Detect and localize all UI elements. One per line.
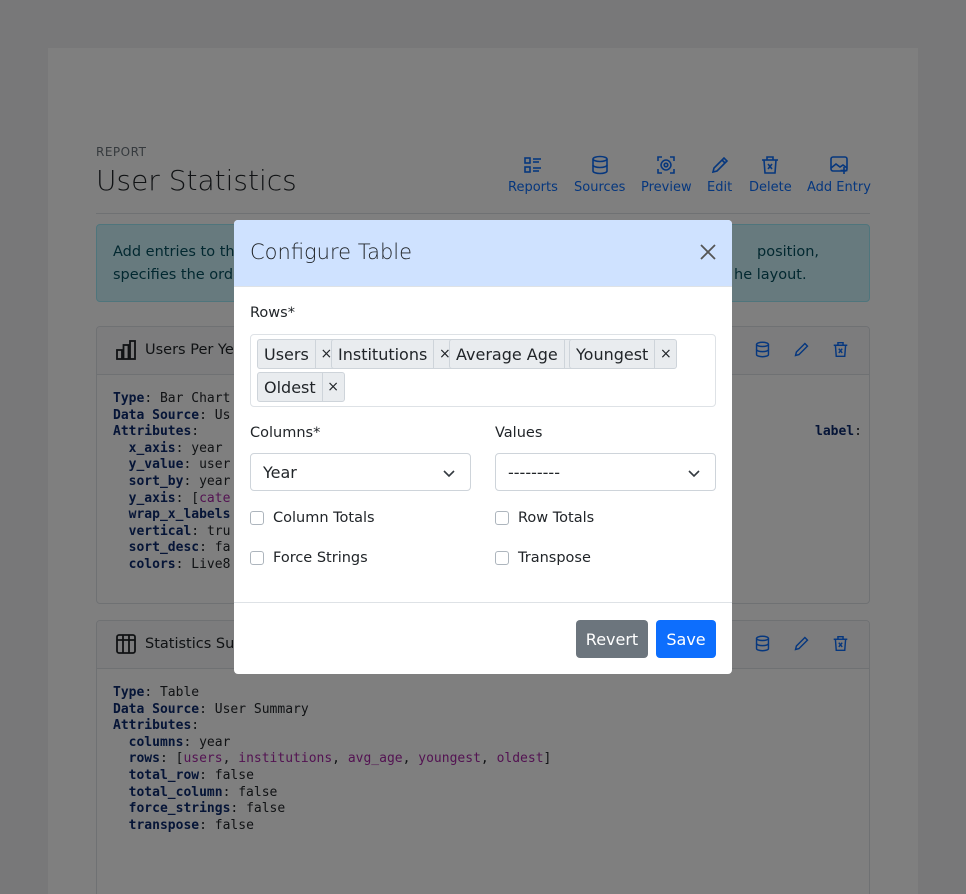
modal-header: Configure Table — [234, 220, 732, 287]
remove-tag-icon[interactable]: × — [654, 340, 676, 368]
checkbox-box[interactable] — [250, 511, 264, 525]
rows-label: Rows* — [250, 305, 295, 321]
row-tag-average-age: Average Age× — [449, 339, 587, 369]
chevron-down-icon — [443, 470, 455, 478]
row-tag-oldest: Oldest × — [257, 372, 345, 402]
columns-select-value: Year — [263, 463, 297, 482]
close-icon[interactable] — [698, 242, 718, 262]
rows-multiselect[interactable]: Users× Institutions× Average Age× Younge… — [250, 334, 716, 407]
chevron-down-icon — [688, 470, 700, 478]
save-button[interactable]: Save — [656, 620, 716, 658]
modal-body: Rows* Users× Institutions× Average Age× … — [234, 287, 732, 603]
remove-tag-icon[interactable]: × — [321, 373, 344, 401]
row-tag-institutions: Institutions × — [331, 339, 457, 369]
row-tag-youngest: Youngest × — [569, 339, 678, 369]
checkbox-box[interactable] — [495, 551, 509, 565]
columns-label: Columns* — [250, 425, 321, 441]
modal-title: Configure Table — [250, 240, 413, 264]
values-select[interactable]: --------- — [495, 453, 716, 491]
values-select-value: --------- — [508, 463, 560, 482]
configure-table-modal: Configure Table Rows* Users × Institution… — [234, 220, 732, 674]
column-totals-checkbox[interactable]: Column Totals — [250, 510, 375, 526]
values-label: Values — [495, 425, 543, 441]
checkbox-box[interactable] — [495, 511, 509, 525]
transpose-checkbox[interactable]: Transpose — [495, 550, 591, 566]
row-tag-users: Users × — [257, 339, 338, 369]
row-totals-checkbox[interactable]: Row Totals — [495, 510, 594, 526]
checkbox-box[interactable] — [250, 551, 264, 565]
revert-button[interactable]: Revert — [576, 620, 648, 658]
columns-select[interactable]: Year — [250, 453, 471, 491]
force-strings-checkbox[interactable]: Force Strings — [250, 550, 368, 566]
